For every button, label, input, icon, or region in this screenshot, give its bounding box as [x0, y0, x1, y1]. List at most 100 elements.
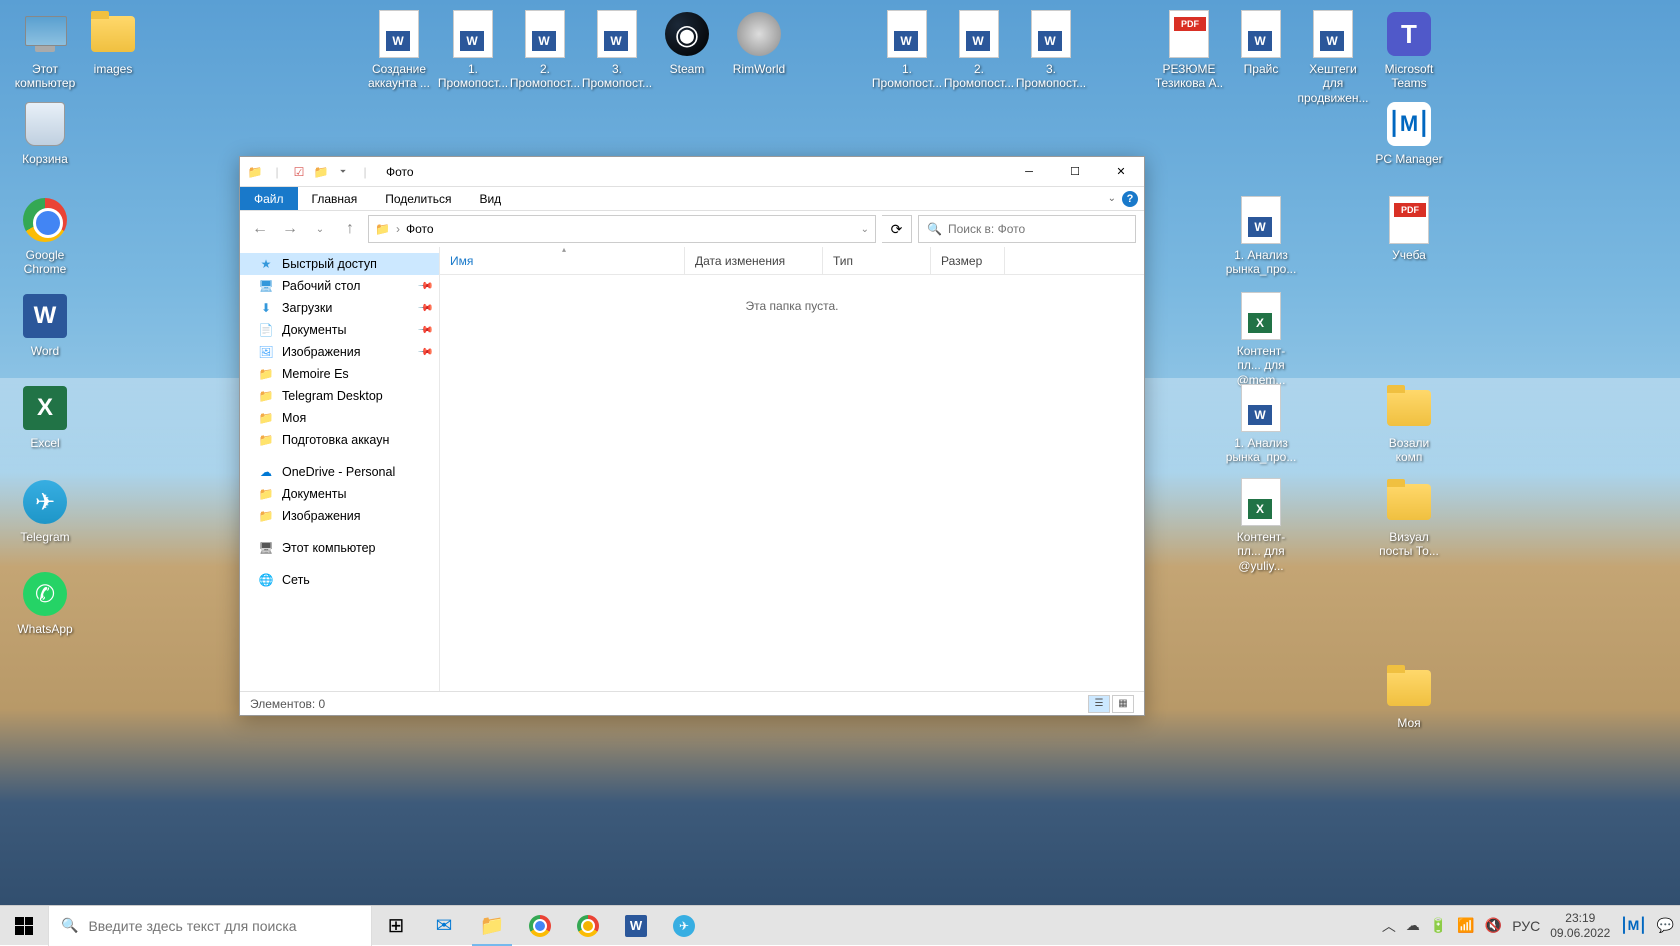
folder-icon: [1385, 478, 1433, 526]
nav-item[interactable]: 🌐Сеть: [240, 569, 439, 591]
qat-dropdown-icon[interactable]: ⏷: [334, 163, 352, 181]
close-button[interactable]: ✕: [1098, 157, 1144, 187]
nav-item[interactable]: 📁Изображения: [240, 505, 439, 527]
desktop-icon[interactable]: Визуал посты То...: [1372, 478, 1446, 559]
ribbon-expand-icon[interactable]: ⌄: [1108, 193, 1116, 204]
tab-share[interactable]: Поделиться: [371, 187, 465, 210]
nav-item-label: Сеть: [282, 573, 310, 587]
desktop-icon[interactable]: images: [76, 10, 150, 76]
column-size[interactable]: Размер: [931, 247, 1005, 274]
wifi-tray-icon[interactable]: 📶: [1457, 917, 1474, 934]
minimize-button[interactable]: ─: [1006, 157, 1052, 187]
desktop-icon[interactable]: Google Chrome: [8, 196, 82, 277]
desktop-icon[interactable]: 3. Промопост...: [580, 10, 654, 91]
refresh-button[interactable]: ⟳: [882, 215, 912, 243]
desktop-icon-label: 1. Анализ рынка_про...: [1224, 248, 1299, 277]
desktop-icon[interactable]: 3. Промопост...: [1014, 10, 1088, 91]
nav-item[interactable]: 🖼Изображения📌: [240, 341, 439, 363]
desktop-icon[interactable]: Корзина: [8, 100, 82, 166]
view-icons-button[interactable]: ▦: [1112, 695, 1134, 713]
column-type[interactable]: Тип: [823, 247, 931, 274]
desktop-icon[interactable]: Возали комп: [1372, 384, 1446, 465]
desktop-icon[interactable]: 2. Промопост...: [508, 10, 582, 91]
nav-item[interactable]: 📁Telegram Desktop: [240, 385, 439, 407]
desktop-icon[interactable]: 2. Промопост...: [942, 10, 1016, 91]
desktop-icon[interactable]: ⎮M⎮PC Manager: [1372, 100, 1446, 166]
language-indicator[interactable]: РУС: [1512, 918, 1540, 934]
desktop-icon[interactable]: 1. Промопост...: [870, 10, 944, 91]
pcmanager-tray-icon[interactable]: ⎮M⎮: [1620, 917, 1646, 934]
view-details-button[interactable]: ☰: [1088, 695, 1110, 713]
task-view-button[interactable]: ⊞: [372, 906, 420, 946]
forward-button[interactable]: →: [278, 217, 302, 241]
titlebar[interactable]: 📁 | ☑ 📁 ⏷ | Фото ─ ☐ ✕: [240, 157, 1144, 187]
nav-item[interactable]: 📁Memoire Es: [240, 363, 439, 385]
chrome-canary-icon[interactable]: [564, 906, 612, 946]
chrome-app-icon[interactable]: [516, 906, 564, 946]
desktop-icon[interactable]: Прайс: [1224, 10, 1298, 76]
column-date[interactable]: Дата изменения: [685, 247, 823, 274]
desktop-icon[interactable]: ✈Telegram: [8, 478, 82, 544]
desktop-icon[interactable]: RimWorld: [722, 10, 796, 76]
nav-item[interactable]: 🖥Рабочий стол📌: [240, 275, 439, 297]
desktop-icon[interactable]: TMicrosoft Teams: [1372, 10, 1446, 91]
desktop-icon[interactable]: ◉Steam: [650, 10, 724, 76]
properties-icon[interactable]: ☑: [290, 163, 308, 181]
nav-item[interactable]: 🖥Этот компьютер: [240, 537, 439, 559]
column-name[interactable]: Имя: [440, 247, 685, 274]
nav-item[interactable]: 📁Документы: [240, 483, 439, 505]
dl-icon: ⬇: [258, 300, 274, 316]
desktop-icon[interactable]: Хештеги для продвижен...: [1296, 10, 1370, 105]
desktop-icon[interactable]: XExcel: [8, 384, 82, 450]
address-bar[interactable]: 📁 › Фото ⌄: [368, 215, 876, 243]
nav-item[interactable]: 📄Документы📌: [240, 319, 439, 341]
tab-file[interactable]: Файл: [240, 187, 298, 210]
desktop-icon[interactable]: Контент-пл... для @yuliy...: [1224, 478, 1298, 573]
clock[interactable]: 23:19 09.06.2022: [1550, 911, 1610, 940]
breadcrumb-item[interactable]: Фото: [406, 222, 434, 236]
onedrive-tray-icon[interactable]: ☁: [1406, 917, 1420, 934]
nav-item[interactable]: ★Быстрый доступ: [240, 253, 439, 275]
folder-icon: [89, 10, 137, 58]
notifications-icon[interactable]: 💬: [1657, 917, 1674, 934]
mail-app-icon[interactable]: ✉: [420, 906, 468, 946]
desktop-icon[interactable]: РЕЗЮМЕ Тезикова А..: [1152, 10, 1226, 91]
new-folder-icon[interactable]: 📁: [312, 163, 330, 181]
start-button[interactable]: [0, 906, 48, 946]
desktop-icon[interactable]: 1. Анализ рынка_про...: [1224, 196, 1298, 277]
excel-icon: [1237, 292, 1285, 340]
volume-tray-icon[interactable]: 🔇: [1485, 917, 1502, 934]
desktop-icon[interactable]: Моя: [1372, 664, 1446, 730]
desktop-icon[interactable]: Создание аккаунта ...: [362, 10, 436, 91]
nav-item[interactable]: ☁OneDrive - Personal: [240, 461, 439, 483]
desktop-icon[interactable]: Этот компьютер: [8, 10, 82, 91]
desktop-icon[interactable]: 1. Анализ рынка_про...: [1224, 384, 1298, 465]
address-dropdown-icon[interactable]: ⌄: [861, 224, 869, 235]
maximize-button[interactable]: ☐: [1052, 157, 1098, 187]
explorer-app-icon[interactable]: 📁: [468, 906, 516, 946]
word-app-icon[interactable]: W: [612, 906, 660, 946]
nav-item-label: Документы: [282, 323, 346, 337]
nav-item[interactable]: 📁Подготовка аккаун: [240, 429, 439, 451]
taskbar-search[interactable]: 🔍: [48, 906, 372, 946]
desktop-icon-label: Контент-пл... для @yuliy...: [1224, 530, 1298, 573]
search-input[interactable]: [948, 222, 1127, 236]
desktop-icon[interactable]: Контент-пл... для @mem...: [1224, 292, 1298, 387]
tab-view[interactable]: Вид: [465, 187, 515, 210]
desktop-icon[interactable]: Учеба: [1372, 196, 1446, 262]
tray-overflow-icon[interactable]: ︿: [1382, 916, 1396, 936]
back-button[interactable]: ←: [248, 217, 272, 241]
nav-item[interactable]: ⬇Загрузки📌: [240, 297, 439, 319]
desktop-icon[interactable]: ✆WhatsApp: [8, 570, 82, 636]
desktop-icon[interactable]: WWord: [8, 292, 82, 358]
nav-item[interactable]: 📁Моя: [240, 407, 439, 429]
tab-home[interactable]: Главная: [298, 187, 372, 210]
help-icon[interactable]: ?: [1122, 191, 1138, 207]
search-box[interactable]: 🔍: [918, 215, 1136, 243]
recent-dropdown[interactable]: ⌄: [308, 217, 332, 241]
up-button[interactable]: ↑: [338, 217, 362, 241]
battery-tray-icon[interactable]: 🔋: [1430, 917, 1447, 934]
telegram-app-icon[interactable]: ✈: [660, 906, 708, 946]
taskbar-search-input[interactable]: [88, 918, 359, 934]
desktop-icon[interactable]: 1. Промопост...: [436, 10, 510, 91]
